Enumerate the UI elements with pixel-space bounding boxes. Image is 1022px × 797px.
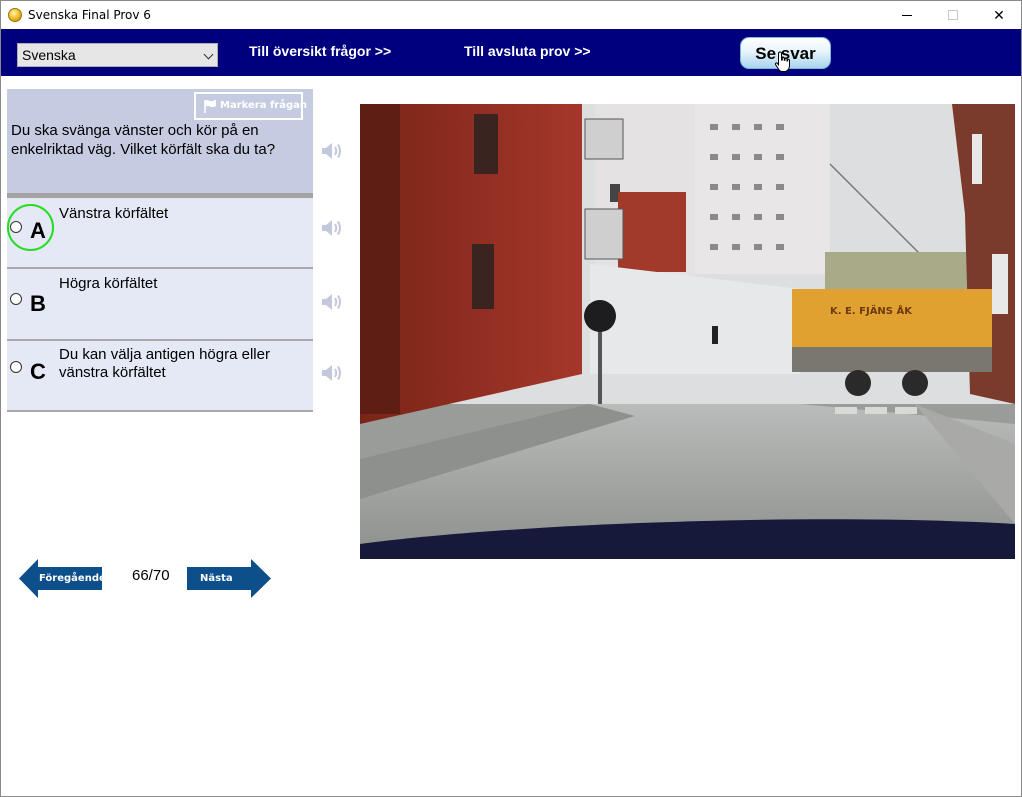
flag-question-label: Markera frågan xyxy=(220,100,308,111)
answer-option-a[interactable]: A Vänstra körfältet xyxy=(7,198,313,269)
close-icon: ✕ xyxy=(993,6,1005,23)
app-window: Svenska Final Prov 6 ✕ Svenska Till över… xyxy=(0,0,1022,797)
answer-c-radio[interactable] xyxy=(10,361,22,373)
maximize-icon xyxy=(948,10,958,20)
flag-icon xyxy=(204,99,216,113)
close-button[interactable]: ✕ xyxy=(976,1,1022,29)
answer-b-text: Högra körfältet xyxy=(59,275,158,292)
overview-questions-link[interactable]: Till översikt frågor >> xyxy=(249,43,391,59)
next-button[interactable]: Nästa xyxy=(187,558,271,604)
speaker-icon-answer-c[interactable] xyxy=(320,362,344,384)
answer-c-letter: C xyxy=(30,359,46,384)
maximize-button[interactable] xyxy=(930,1,976,29)
previous-button[interactable]: Föregående xyxy=(19,558,106,604)
answer-a-text: Vänstra körfältet xyxy=(59,205,169,222)
finish-exam-link[interactable]: Till avsluta prov >> xyxy=(464,43,591,59)
speaker-icon-answer-b[interactable] xyxy=(320,291,344,313)
next-label: Nästa xyxy=(200,573,233,584)
flag-question-button[interactable]: Markera frågan xyxy=(194,92,307,120)
chevron-down-icon xyxy=(203,49,214,60)
answer-a-letter: A xyxy=(30,218,46,243)
question-counter: 66/70 xyxy=(132,567,170,584)
speaker-icon-answer-a[interactable] xyxy=(320,217,344,239)
minimize-button[interactable] xyxy=(884,1,930,29)
previous-label: Föregående xyxy=(39,573,106,584)
question-photo: K. E. FJÄNS ÅK xyxy=(360,104,1015,559)
answer-option-c[interactable]: C Du kan välja antigen högra eller vänst… xyxy=(7,341,313,412)
title-bar: Svenska Final Prov 6 ✕ xyxy=(1,1,1021,29)
answer-option-b[interactable]: B Högra körfältet xyxy=(7,269,313,341)
street-scene-image: K. E. FJÄNS ÅK xyxy=(360,104,1015,559)
speaker-icon-question[interactable] xyxy=(320,140,344,162)
hand-cursor-icon xyxy=(774,51,790,72)
minimize-icon xyxy=(902,14,912,16)
language-select-value: Svenska xyxy=(22,47,76,63)
top-toolbar: Svenska Till översikt frågor >> Till avs… xyxy=(1,29,1021,76)
answer-b-letter: B xyxy=(30,291,46,316)
answer-c-text: Du kan välja antigen högra eller vänstra… xyxy=(59,346,270,381)
app-coin-icon xyxy=(8,8,22,22)
window-title: Svenska Final Prov 6 xyxy=(28,8,151,22)
answer-a-radio[interactable] xyxy=(10,221,22,233)
language-select[interactable]: Svenska xyxy=(17,43,218,67)
truck-lettering: K. E. FJÄNS ÅK xyxy=(830,303,913,317)
answer-b-radio[interactable] xyxy=(10,293,22,305)
question-text: Du ska svänga vänster och kör på en enke… xyxy=(11,122,276,158)
question-panel: Markera frågan Du ska svänga vänster och… xyxy=(7,89,313,193)
